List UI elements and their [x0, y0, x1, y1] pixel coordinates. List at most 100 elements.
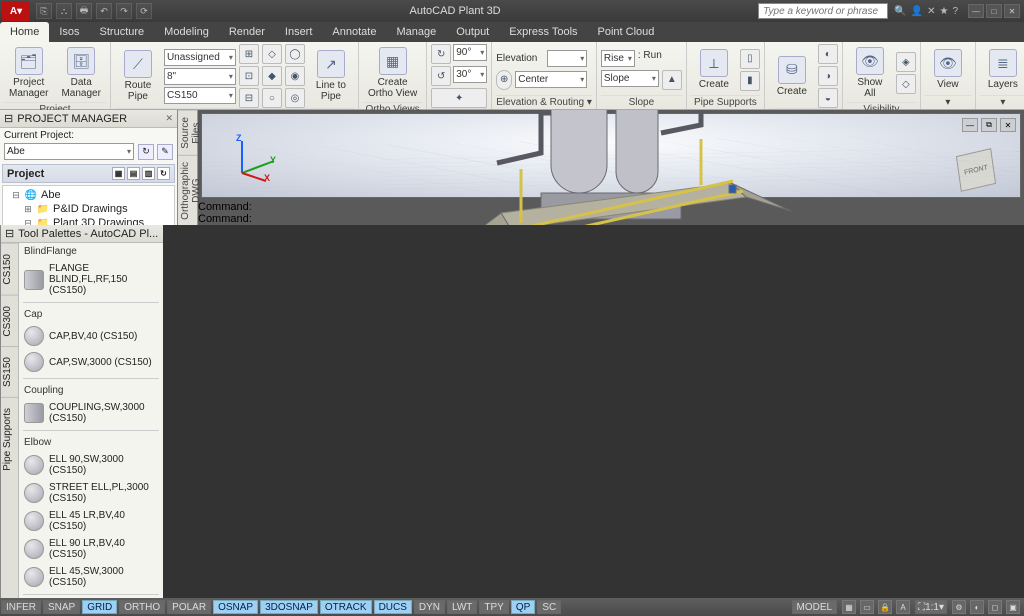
menu-tab-structure[interactable]: Structure	[90, 22, 155, 42]
slope-dropdown[interactable]: Slope	[601, 70, 659, 87]
current-project-dropdown[interactable]: Abe	[4, 143, 134, 160]
sb-layout-icon[interactable]: ▭	[860, 600, 874, 614]
compass-angle-2[interactable]: 30°	[453, 66, 487, 83]
status-toggle-snap[interactable]: SNAP	[43, 600, 80, 614]
part-btn-6[interactable]: ○	[262, 88, 282, 108]
vis-btn-2[interactable]: ◇	[896, 74, 916, 94]
center-toggle-icon[interactable]: ⊕	[496, 70, 512, 90]
tp-tab-cs300[interactable]: CS300	[1, 295, 18, 347]
equip-btn-2[interactable]: ◑	[818, 66, 838, 86]
tp-item[interactable]: ELL 45,SW,3000 (CS150)	[19, 563, 163, 591]
status-toggle-ortho[interactable]: ORTHO	[119, 600, 165, 614]
slope-toggle[interactable]: ▲	[662, 70, 682, 90]
part-btn-5[interactable]: ◆	[262, 66, 282, 86]
tp-item[interactable]: FLANGE BLIND,FL,RF,150 (CS150)	[19, 260, 163, 299]
support-edit-2[interactable]: ▮	[740, 71, 760, 91]
status-toggle-qp[interactable]: QP	[511, 600, 535, 614]
data-manager-button[interactable]: 🗄Data Manager	[56, 44, 105, 102]
part-btn-9[interactable]: ◎	[285, 88, 305, 108]
sb-annotation-icon[interactable]: A	[896, 600, 910, 614]
tp-tab-cs150[interactable]: CS150	[1, 243, 18, 295]
part-btn-1[interactable]: ⊞	[239, 44, 259, 64]
signin-icon[interactable]: 👤	[911, 6, 923, 17]
minimize-button[interactable]: —	[968, 4, 984, 18]
qat-button-2[interactable]: 🖶	[76, 3, 92, 19]
view-panel-button[interactable]: 👁View	[925, 46, 971, 93]
part-btn-3[interactable]: ⊟	[239, 88, 259, 108]
refresh-icon[interactable]: ↻	[138, 144, 154, 160]
part-btn-4[interactable]: ◇	[262, 44, 282, 64]
project-manager-header[interactable]: ⊟ PROJECT MANAGER ✕	[0, 110, 177, 128]
equip-btn-1[interactable]: ◐	[818, 44, 838, 64]
equip-btn-3[interactable]: ◒	[818, 88, 838, 108]
tp-item[interactable]: ELL 45 LR,BV,40 (CS150)	[19, 507, 163, 535]
star-icon[interactable]: ★	[939, 6, 948, 17]
model-space-button[interactable]: MODEL	[792, 600, 838, 614]
tree-node[interactable]: ⊟📁Plant 3D Drawings	[11, 216, 170, 225]
qat-button-5[interactable]: ⟳	[136, 3, 152, 19]
status-toggle-dyn[interactable]: DYN	[414, 600, 445, 614]
tp-item[interactable]: COUPLING,SW,3000 (CS150)	[19, 399, 163, 427]
menu-tab-modeling[interactable]: Modeling	[154, 22, 219, 42]
status-toggle-3dosnap[interactable]: 3DOSNAP	[260, 600, 318, 614]
equipment-create-button[interactable]: ⛁Create	[769, 53, 815, 100]
routing-center-dropdown[interactable]: Center	[515, 71, 587, 88]
tree-btn-3[interactable]: ▥	[142, 167, 155, 180]
create-ortho-view-button[interactable]: ▦Create Ortho View	[363, 44, 422, 102]
status-toggle-lwt[interactable]: LWT	[447, 600, 477, 614]
pin-icon[interactable]: ⊟	[4, 112, 13, 125]
layers-panel-button[interactable]: ≣Layers	[980, 46, 1024, 93]
help-search-input[interactable]	[758, 3, 888, 19]
line-to-pipe-button[interactable]: ↗Line to Pipe	[308, 47, 354, 105]
pipe-support-create-button[interactable]: ⟂Create	[691, 46, 737, 93]
tool-palettes-header[interactable]: ⊟ Tool Palettes - AutoCAD Pl...	[1, 225, 163, 243]
menu-tab-render[interactable]: Render	[219, 22, 275, 42]
menu-tab-point-cloud[interactable]: Point Cloud	[588, 22, 665, 42]
support-edit-1[interactable]: ▯	[740, 49, 760, 69]
tree-btn-4[interactable]: ↻	[157, 167, 170, 180]
menu-tab-home[interactable]: Home	[0, 22, 49, 42]
tree-node[interactable]: ⊞📁P&ID Drawings	[11, 202, 170, 216]
tp-tab-ss150[interactable]: SS150	[1, 346, 18, 397]
binoculars-icon[interactable]: 🔍	[894, 6, 906, 17]
status-toggle-sc[interactable]: SC	[537, 600, 561, 614]
panel-close-icon[interactable]: ✕	[165, 113, 173, 124]
qat-button-3[interactable]: ↶	[96, 3, 112, 19]
sb-clean-icon[interactable]: ▣	[1006, 600, 1020, 614]
3d-viewport[interactable]: — ⧉ ✕ FRONT WCS	[201, 113, 1021, 198]
status-toggle-otrack[interactable]: OTRACK	[320, 600, 372, 614]
menu-tab-isos[interactable]: Isos	[49, 22, 89, 42]
tp-item[interactable]: STREET ELL,PL,3000 (CS150)	[19, 479, 163, 507]
sb-workspace-icon[interactable]: ⚙	[952, 600, 966, 614]
tree-btn-1[interactable]: ▦	[112, 167, 125, 180]
new-project-icon[interactable]: ✎	[157, 144, 173, 160]
status-toggle-tpy[interactable]: TPY	[479, 600, 508, 614]
sb-isolate-icon[interactable]: ◻	[988, 600, 1002, 614]
show-all-button[interactable]: 👁Show All	[847, 44, 893, 102]
part-btn-8[interactable]: ◉	[285, 66, 305, 86]
sb-hardware-icon[interactable]: ◐	[970, 600, 984, 614]
sb-grid-icon[interactable]: ▦	[842, 600, 856, 614]
app-menu-button[interactable]: A▾	[2, 1, 30, 21]
menu-tab-insert[interactable]: Insert	[275, 22, 323, 42]
tp-item[interactable]: ELL 90,SW,3000 (CS150)	[19, 451, 163, 479]
vis-btn-1[interactable]: ◈	[896, 52, 916, 72]
part-btn-2[interactable]: ⊡	[239, 66, 259, 86]
close-button[interactable]: ✕	[1004, 4, 1020, 18]
maximize-button[interactable]: □	[986, 4, 1002, 18]
pin-icon[interactable]: ⊟	[5, 227, 14, 240]
rise-input[interactable]: Rise	[601, 50, 635, 67]
status-toggle-polar[interactable]: POLAR	[167, 600, 211, 614]
tree-node[interactable]: ⊟🌐Abe	[11, 188, 170, 202]
route-pipe-button[interactable]: ⟋Route Pipe	[115, 47, 161, 105]
compass-toggle[interactable]: ✦	[431, 88, 487, 108]
qat-button-0[interactable]: ⎘	[36, 3, 52, 19]
exchange-icon[interactable]: ✕	[927, 6, 935, 17]
tp-tab-pipe-supports[interactable]: Pipe Supports	[1, 397, 18, 481]
status-toggle-grid[interactable]: GRID	[82, 600, 117, 614]
elevation-input[interactable]	[547, 50, 587, 67]
part-btn-7[interactable]: ◯	[285, 44, 305, 64]
qat-button-1[interactable]: ⛬	[56, 3, 72, 19]
compass-ccw-icon[interactable]: ↺	[431, 66, 451, 86]
tag-dropdown[interactable]: Unassigned	[164, 49, 236, 66]
